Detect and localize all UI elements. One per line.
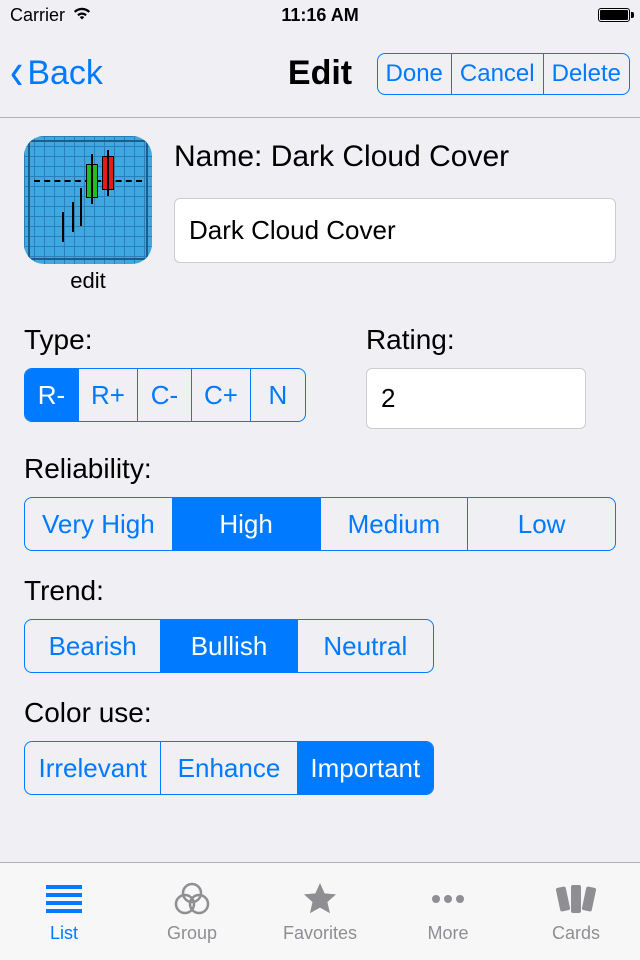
rating-input[interactable] [366,368,586,429]
page-title: Edit [288,54,352,93]
type-option-r-[interactable]: R- [25,369,79,421]
back-label: Back [27,54,103,93]
name-label: Name: Dark Cloud Cover [174,140,616,174]
status-time: 11:16 AM [281,5,358,26]
tab-label: Group [167,923,217,944]
type-option-n[interactable]: N [251,369,305,421]
content: edit Name: Dark Cloud Cover Type: R-R+C-… [0,118,640,862]
list-icon [46,879,82,919]
tab-more[interactable]: More [384,863,512,960]
reliability-option-low[interactable]: Low [468,498,615,550]
trend-label: Trend: [24,575,616,607]
more-icon [429,879,467,919]
nav-action-group: Done Cancel Delete [377,53,630,95]
color_use-option-irrelevant[interactable]: Irrelevant [25,742,161,794]
type-option-c-[interactable]: C+ [192,369,251,421]
tab-favorites[interactable]: Favorites [256,863,384,960]
reliability-option-very-high[interactable]: Very High [25,498,173,550]
cancel-button[interactable]: Cancel [452,54,544,94]
type-label: Type: [24,324,306,356]
chevron-left-icon: ‹ [10,55,23,86]
reliability-option-high[interactable]: High [173,498,321,550]
done-button[interactable]: Done [378,54,452,94]
tab-group[interactable]: Group [128,863,256,960]
group-icon [173,879,211,919]
type-segmented: R-R+C-C+N [24,368,306,422]
delete-button[interactable]: Delete [544,54,629,94]
trend-option-bearish[interactable]: Bearish [25,620,161,672]
wifi-icon [71,5,93,26]
tab-label: More [427,923,468,944]
cards-icon [555,879,597,919]
pattern-thumbnail[interactable] [24,136,152,264]
back-button[interactable]: ‹ Back [10,54,103,93]
trend-option-neutral[interactable]: Neutral [298,620,433,672]
trend-option-bullish[interactable]: Bullish [161,620,297,672]
tab-label: Favorites [283,923,357,944]
reliability-option-medium[interactable]: Medium [321,498,469,550]
tab-list[interactable]: List [0,863,128,960]
rating-label: Rating: [366,324,616,356]
status-bar: Carrier 11:16 AM [0,0,640,30]
name-input[interactable] [174,198,616,263]
color-use-label: Color use: [24,697,616,729]
tab-bar: List Group Favorites More Cards [0,862,640,960]
color_use-option-important[interactable]: Important [298,742,433,794]
thumbnail-edit-label: edit [70,268,105,294]
nav-bar: ‹ Back Edit Done Cancel Delete [0,30,640,118]
color-use-segmented: IrrelevantEnhanceImportant [24,741,434,795]
battery-icon [598,8,630,22]
tab-cards[interactable]: Cards [512,863,640,960]
type-option-r-[interactable]: R+ [79,369,138,421]
color_use-option-enhance[interactable]: Enhance [161,742,297,794]
reliability-segmented: Very HighHighMediumLow [24,497,616,551]
reliability-label: Reliability: [24,453,616,485]
type-option-c-[interactable]: C- [138,369,192,421]
star-icon [302,879,338,919]
tab-label: Cards [552,923,600,944]
trend-segmented: BearishBullishNeutral [24,619,434,673]
tab-label: List [50,923,78,944]
carrier-label: Carrier [10,5,65,26]
